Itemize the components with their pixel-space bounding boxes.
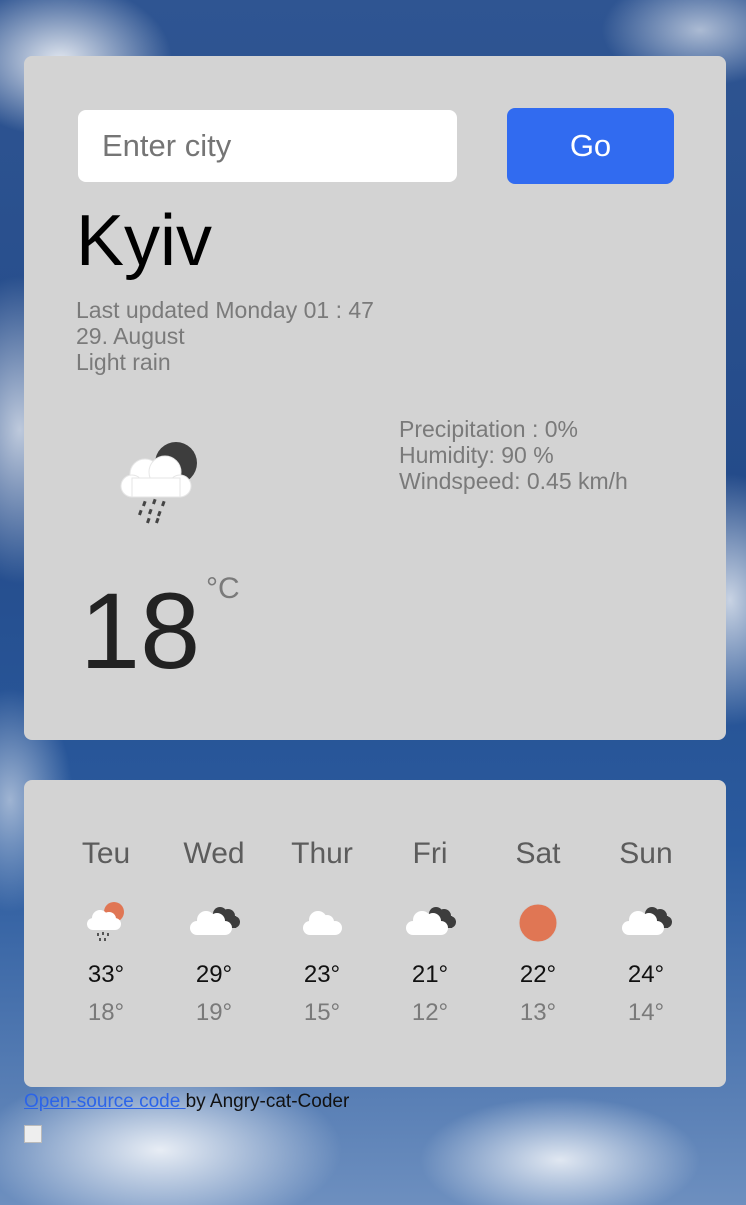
cloudy-icon — [406, 907, 456, 935]
forecast-high: 23° — [303, 961, 341, 988]
forecast-low: 14° — [627, 999, 665, 1026]
forecast-day: Sat 22° 13° — [484, 832, 592, 1028]
forecast-day: Sun 24° 14° — [592, 832, 700, 1028]
weather-meta: Last updated Monday 01 : 47 29. August L… — [76, 297, 374, 375]
current-date: 29. August — [76, 323, 185, 349]
open-source-link[interactable]: Open-source code — [24, 1091, 186, 1112]
cloud-icon — [303, 911, 342, 935]
temperature-unit: °C — [206, 572, 240, 605]
forecast-high: 22° — [519, 961, 557, 988]
forecast-day-name: Sat — [515, 837, 561, 870]
humidity: Humidity: 90 % — [399, 442, 554, 468]
forecast-high: 29° — [195, 961, 233, 988]
rain-sun-icon — [87, 902, 124, 941]
forecast-day: Thur 23° 15° — [268, 832, 376, 1028]
footer: Open-source code by Angry-cat-Coder — [24, 1091, 349, 1113]
forecast-card: Teu 33° 18° Wed 29° 19° Thur 23° 15° Fri… — [24, 780, 726, 1087]
forecast-high: 33° — [87, 961, 125, 988]
city-name: Kyiv — [76, 201, 213, 281]
rain-moon-icon — [120, 442, 197, 524]
footer-author: by Angry-cat-Coder — [185, 1091, 350, 1112]
forecast-low: 18° — [87, 999, 125, 1026]
forecast-day: Wed 29° 19° — [160, 832, 268, 1028]
weather-description: Light rain — [76, 349, 171, 375]
forecast-high: 24° — [627, 961, 665, 988]
cloudy-icon — [190, 907, 240, 935]
forecast-day: Fri 21° 12° — [376, 832, 484, 1028]
forecast-day-name: Sun — [619, 837, 673, 870]
current-weather-card: Go Kyiv Last updated Monday 01 : 47 29. … — [24, 56, 726, 740]
forecast-day-name: Thur — [291, 837, 353, 870]
forecast-day-name: Teu — [81, 837, 131, 870]
cloudy-icon — [622, 907, 672, 935]
city-search-input[interactable] — [78, 110, 457, 182]
forecast-day-name: Fri — [412, 837, 448, 870]
go-button[interactable]: Go — [507, 108, 674, 184]
windspeed: Windspeed: 0.45 km/h — [399, 468, 628, 494]
forecast-low: 13° — [519, 999, 557, 1026]
weather-details: Precipitation : 0% Humidity: 90 % Windsp… — [399, 416, 628, 494]
forecast-day-name: Wed — [183, 837, 245, 870]
forecast-days: Teu 33° 18° Wed 29° 19° Thur 23° 15° Fri… — [52, 832, 700, 1052]
broken-image-icon — [24, 1125, 42, 1143]
forecast-high: 21° — [411, 961, 449, 988]
forecast-low: 19° — [195, 999, 233, 1026]
forecast-low: 12° — [411, 999, 449, 1026]
precipitation: Precipitation : 0% — [399, 416, 578, 442]
last-updated: Last updated Monday 01 : 47 — [76, 297, 374, 323]
forecast-low: 15° — [303, 999, 341, 1026]
forecast-day: Teu 33° 18° — [52, 832, 160, 1028]
sun-icon — [518, 903, 558, 943]
current-temperature: 18 — [80, 570, 201, 691]
